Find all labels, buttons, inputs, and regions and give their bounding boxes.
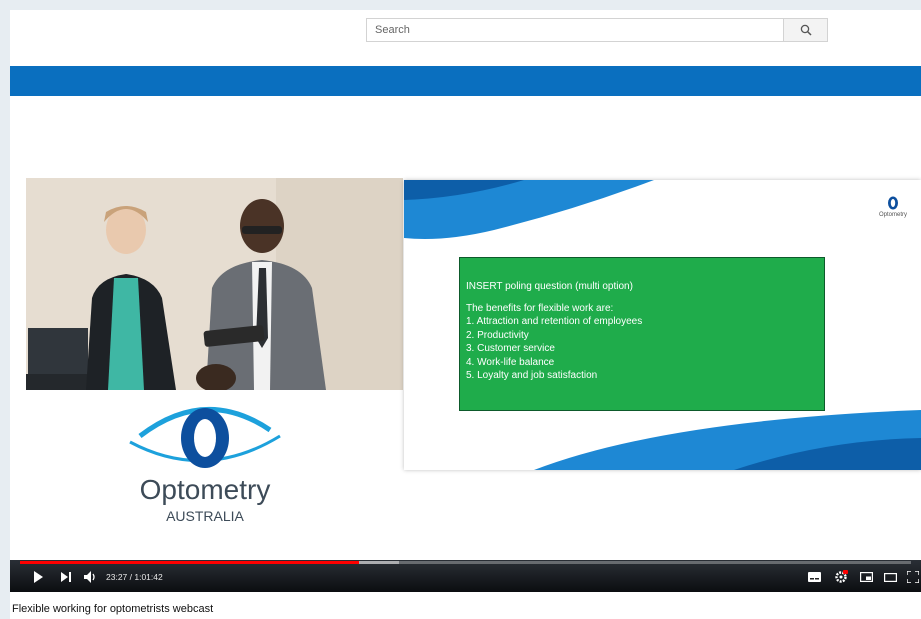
slide-line: 5. Loyalty and job satisfaction <box>466 370 598 381</box>
slide-logo-icon <box>888 196 898 210</box>
slide-wave-top <box>404 180 654 239</box>
logo-name: Optometry <box>139 474 271 505</box>
progress-bar[interactable] <box>20 561 911 564</box>
player-controls: 23:27 / 1:01:42 <box>10 560 921 592</box>
search-placeholder: Search <box>375 24 410 36</box>
optometry-australia-logo: Optometry AUSTRALIA <box>110 396 300 536</box>
top-banner <box>10 66 921 96</box>
volume-icon <box>84 571 95 583</box>
slide-line: 2. Productivity <box>466 329 529 341</box>
slide-logo-text: Optometry <box>878 212 907 218</box>
slide-line <box>466 294 818 302</box>
fullscreen-icon <box>907 571 919 583</box>
volume-button[interactable] <box>82 569 100 585</box>
theater-icon <box>883 572 897 582</box>
slide-line: INSERT poling question (multi option) <box>466 281 633 292</box>
eye-logo-icon <box>129 406 281 468</box>
progress-played <box>20 561 359 564</box>
next-button[interactable] <box>58 569 74 585</box>
slide-line: The benefits for flexible work are: <box>466 302 614 314</box>
play-icon <box>34 571 43 583</box>
presenters-video <box>26 178 403 390</box>
presentation-slide: Optometry INSERT poling question (multi … <box>404 180 921 470</box>
settings-button[interactable] <box>832 569 850 585</box>
search-input[interactable]: Search <box>366 18 784 42</box>
subtitles-button[interactable] <box>806 569 822 585</box>
play-button[interactable] <box>30 569 46 585</box>
logo-subtitle: AUSTRALIA <box>166 508 244 524</box>
next-icon <box>60 572 71 582</box>
subtitles-icon <box>807 572 821 582</box>
miniplayer-icon <box>859 572 873 582</box>
time-display: 23:27 / 1:01:42 <box>106 572 163 582</box>
search-button[interactable] <box>784 18 828 42</box>
slide-content-box: INSERT poling question (multi option) Th… <box>459 257 825 411</box>
miniplayer-button[interactable] <box>858 569 874 585</box>
theater-mode-button[interactable] <box>882 569 898 585</box>
fullscreen-button[interactable] <box>906 569 920 585</box>
slide-line: 1. Attraction and retention of employees <box>466 316 643 327</box>
search-icon <box>800 24 812 36</box>
video-title: Flexible working for optometrists webcas… <box>12 603 214 615</box>
slide-line: 4. Work-life balance <box>466 356 555 368</box>
gear-icon <box>835 570 848 583</box>
slide-line: 3. Customer service <box>466 343 555 354</box>
video-player[interactable]: Optometry AUSTRALIA Optometry INSERT pol… <box>10 66 921 592</box>
page: Search Optometry AUSTRALIA Optometry INS… <box>10 10 921 619</box>
